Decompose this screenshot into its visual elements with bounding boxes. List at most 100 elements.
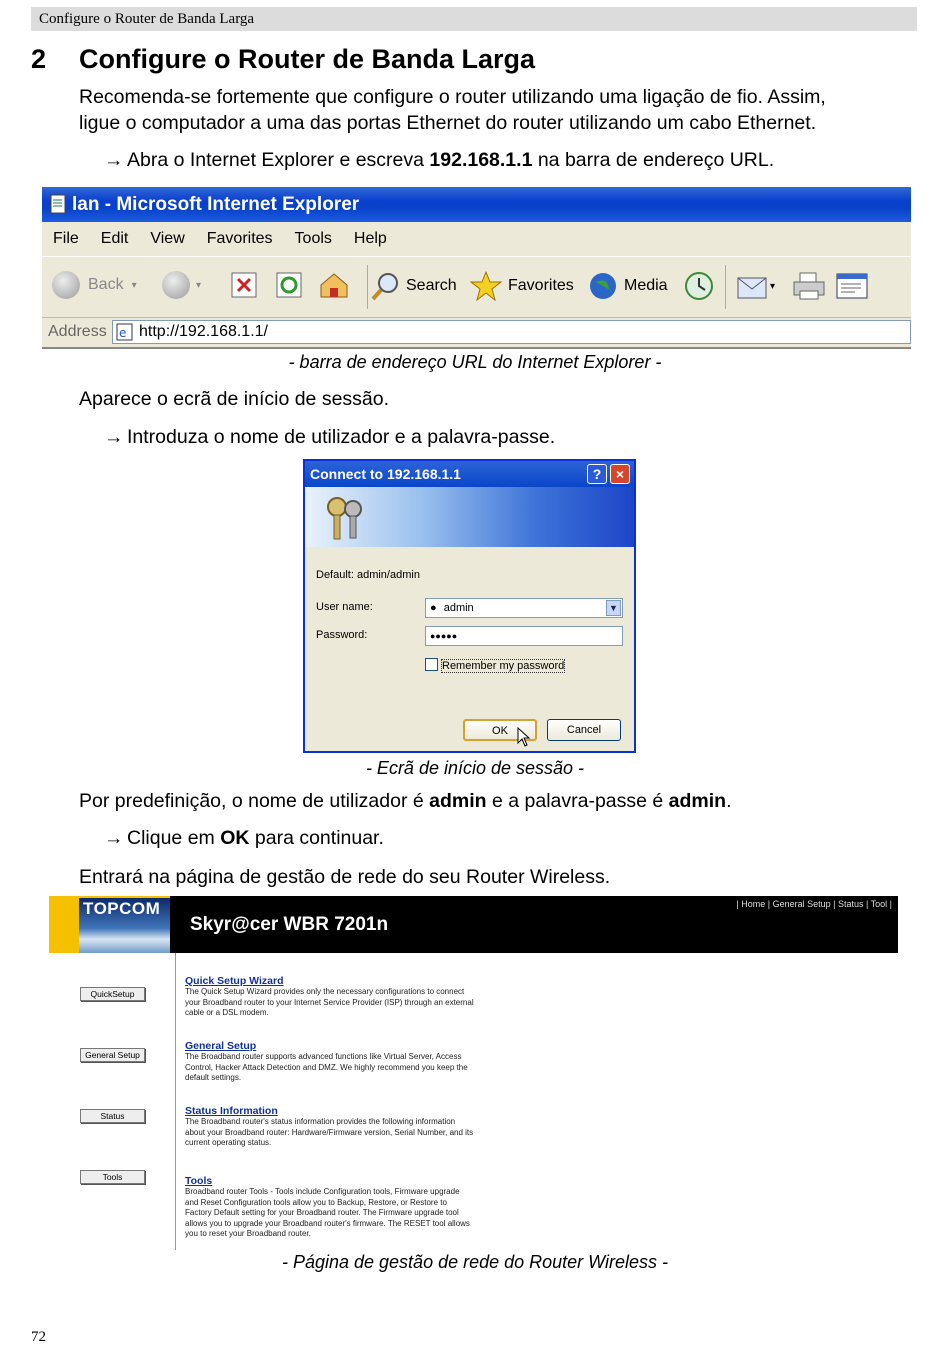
arrow-icon: → xyxy=(104,827,124,849)
step-open-ie: Abra o Internet Explorer e escreva 192.1… xyxy=(127,149,775,171)
dialog-banner xyxy=(305,487,634,547)
ie-toolbar: Back ▾ ▾ Search Favorites Media ▾ xyxy=(42,256,911,318)
print-button[interactable] xyxy=(792,271,826,301)
ie-title-text: lan - Microsoft Internet Explorer xyxy=(72,194,360,215)
menu-favorites[interactable]: Favorites xyxy=(207,230,273,248)
router-page-screenshot: TOPCOM Skyr@cer WBR 7201n | Home | Gener… xyxy=(49,896,898,1250)
address-label: Address xyxy=(48,323,107,340)
ie-page-icon xyxy=(50,194,66,214)
tools-button[interactable]: Tools xyxy=(80,1170,145,1184)
user-icon: ● xyxy=(430,602,437,614)
dropdown-icon: ▾ xyxy=(131,279,137,291)
tools-desc: Broadband router Tools - Tools include C… xyxy=(185,1187,470,1238)
router-sidebar: QuickSetup General Setup Status Tools xyxy=(49,953,176,1250)
login-dialog: Connect to 192.168.1.1 ? × Default: admi… xyxy=(303,459,636,753)
password-label: Password: xyxy=(316,629,368,641)
quick-setup-desc: The Quick Setup Wizard provides only the… xyxy=(185,987,474,1017)
dropdown-icon: ▾ xyxy=(770,280,776,292)
step-click-ok: Clique em OK para continuar. xyxy=(127,827,384,849)
running-header: Configure o Router de Banda Larga xyxy=(31,7,917,31)
arrow-icon: → xyxy=(104,426,124,448)
menu-file[interactable]: File xyxy=(53,230,79,248)
search-button[interactable]: Search xyxy=(370,271,457,301)
quicksetup-button[interactable]: QuickSetup xyxy=(80,987,145,1001)
favorites-button[interactable]: Favorites xyxy=(470,271,574,301)
section-quick-setup: Quick Setup Wizard The Quick Setup Wizar… xyxy=(185,975,475,1019)
stop-button[interactable] xyxy=(230,271,258,299)
star-icon xyxy=(470,271,502,301)
user-name-select[interactable]: ● admin ▼ xyxy=(425,598,623,618)
remember-checkbox[interactable] xyxy=(425,658,438,671)
user-name-label: User name: xyxy=(316,601,373,613)
search-icon xyxy=(371,273,398,301)
mouse-cursor-icon xyxy=(517,727,531,747)
default-credentials-paragraph: Por predefinição, o nome de utilizador é… xyxy=(79,790,732,812)
forward-button[interactable]: ▾ xyxy=(162,271,201,299)
arrow-icon: → xyxy=(104,149,124,171)
status-desc: The Broadband router's status informatio… xyxy=(185,1117,474,1147)
media-label: Media xyxy=(624,277,668,294)
enter-management-text: Entrará na página de gestão de rede do s… xyxy=(79,866,611,888)
dialog-title: Connect to 192.168.1.1 xyxy=(310,466,461,482)
back-button[interactable]: Back ▾ xyxy=(52,271,137,299)
status-button[interactable]: Status xyxy=(80,1109,145,1123)
back-arrow-icon xyxy=(52,271,80,299)
menu-help[interactable]: Help xyxy=(354,230,387,248)
svg-text:e: e xyxy=(119,326,126,340)
password-input[interactable]: ●●●●● xyxy=(425,626,623,646)
media-globe-icon xyxy=(590,273,616,299)
help-button[interactable]: ? xyxy=(587,464,607,484)
page-number: 72 xyxy=(31,1329,46,1345)
ie-page-icon: e xyxy=(116,323,133,341)
menu-tools[interactable]: Tools xyxy=(295,230,332,248)
back-label: Back xyxy=(88,276,124,293)
top-nav[interactable]: | Home | General Setup | Status | Tool | xyxy=(736,899,892,909)
printer-icon xyxy=(793,272,825,300)
quick-setup-link[interactable]: Quick Setup Wizard xyxy=(185,975,475,987)
intro-line-2: ligue o computador a uma das portas Ethe… xyxy=(79,112,817,134)
edit-button[interactable] xyxy=(835,271,869,301)
dialog-title-bar: Connect to 192.168.1.1 ? × xyxy=(305,461,634,487)
menu-view[interactable]: View xyxy=(150,230,184,248)
login-intro: Aparece o ecrã de início de sessão. xyxy=(79,388,390,410)
ie-title-bar: lan - Microsoft Internet Explorer xyxy=(42,187,911,222)
tools-link[interactable]: Tools xyxy=(185,1175,475,1187)
mail-button[interactable]: ▾ xyxy=(736,271,775,301)
ie-address-bar: Address e http://192.168.1.1/ xyxy=(42,318,911,347)
default-credentials-text: Default: admin/admin xyxy=(316,569,420,581)
user-name-value: admin xyxy=(443,602,474,614)
menu-edit[interactable]: Edit xyxy=(101,230,129,248)
caption-router: - Página de gestão de rede do Router Wir… xyxy=(281,1252,669,1272)
history-icon xyxy=(685,272,713,300)
ie-menu-bar: File Edit View Favorites Tools Help xyxy=(42,222,911,256)
section-title: Configure o Router de Banda Larga xyxy=(79,44,536,74)
history-button[interactable] xyxy=(683,271,715,301)
address-input[interactable]: e http://192.168.1.1/ xyxy=(112,320,911,344)
close-button[interactable]: × xyxy=(610,464,630,484)
ie-window-screenshot: lan - Microsoft Internet Explorer File E… xyxy=(42,187,911,349)
home-button[interactable] xyxy=(318,271,350,299)
refresh-icon xyxy=(276,272,302,298)
keys-icon xyxy=(327,497,362,540)
logo-text: TOPCOM xyxy=(83,899,161,918)
password-value: ●●●●● xyxy=(430,631,458,641)
general-setup-desc: The Broadband router supports advanced f… xyxy=(185,1052,468,1082)
mail-icon xyxy=(737,277,767,299)
chevron-down-icon[interactable]: ▼ xyxy=(606,600,621,616)
home-icon xyxy=(320,273,348,298)
stop-icon xyxy=(231,272,257,298)
media-button[interactable]: Media xyxy=(588,271,668,301)
edit-page-icon xyxy=(836,273,868,299)
section-status: Status Information The Broadband router'… xyxy=(185,1105,475,1149)
refresh-button[interactable] xyxy=(275,271,303,299)
section-tools: Tools Broadband router Tools - Tools inc… xyxy=(185,1175,475,1240)
caption-ie: - barra de endereço URL do Internet Expl… xyxy=(288,352,662,372)
status-link[interactable]: Status Information xyxy=(185,1105,475,1117)
favorites-label: Favorites xyxy=(508,277,574,294)
general-setup-link[interactable]: General Setup xyxy=(185,1040,475,1052)
step-enter-credentials: Introduza o nome de utilizador e a palav… xyxy=(127,426,556,448)
general-setup-button[interactable]: General Setup xyxy=(80,1048,145,1062)
remember-label[interactable]: Remember my password xyxy=(441,659,566,673)
cancel-button[interactable]: Cancel xyxy=(547,719,621,741)
product-name: Skyr@cer WBR 7201n xyxy=(190,914,389,935)
